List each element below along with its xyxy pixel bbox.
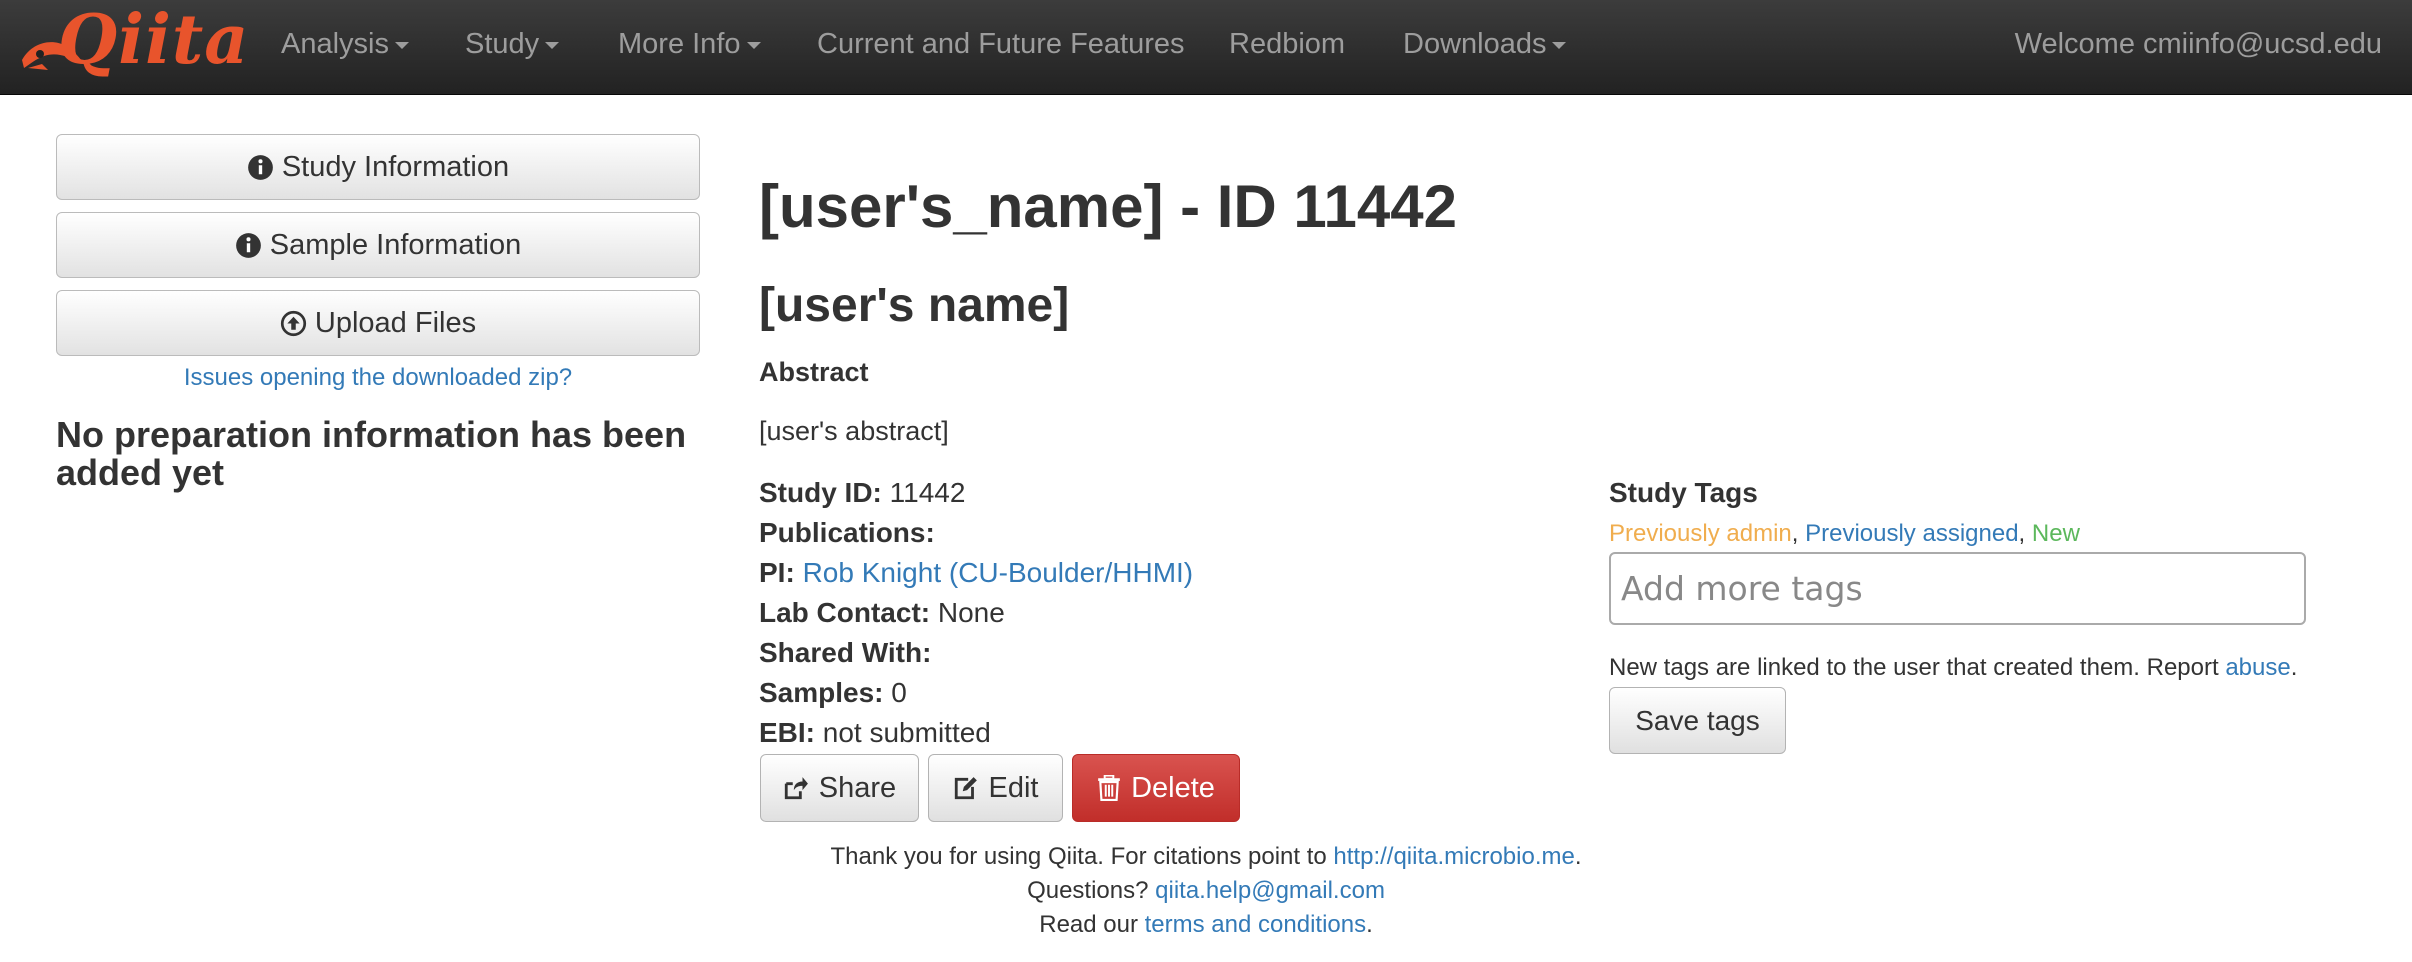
tag-note-text: New tags are linked to the user that cre… xyxy=(1609,654,2226,681)
nav-study-label: Study xyxy=(465,28,540,60)
footer-questions: Questions? qiita.help@gmail.com xyxy=(0,877,2412,905)
shared-with-label: Shared With: xyxy=(759,637,932,668)
logo-text: Qiita xyxy=(58,0,250,80)
samples-value: 0 xyxy=(891,677,907,708)
pi-link[interactable]: Rob Knight (CU-Boulder/HHMI) xyxy=(803,557,1194,588)
report-abuse-link[interactable]: abuse xyxy=(2225,654,2290,681)
nav-more-info-label: More Info xyxy=(618,28,741,60)
qiita-logo[interactable]: Qiita xyxy=(18,0,248,92)
lab-contact-row: Lab Contact: None xyxy=(759,597,1005,629)
delete-label: Delete xyxy=(1131,771,1215,804)
save-tags-button[interactable]: Save tags xyxy=(1609,687,1786,754)
navbar: Qiita Analysis Study More Info Current a… xyxy=(0,0,2412,95)
publications-row: Publications: xyxy=(759,517,935,549)
edit-icon xyxy=(954,777,977,800)
footer-email-link[interactable]: qiita.help@gmail.com xyxy=(1155,877,1385,904)
legend-previously-admin: Previously admin xyxy=(1609,520,1792,547)
footer-terms-link[interactable]: terms and conditions xyxy=(1145,911,1366,938)
study-subtitle: [user's name] xyxy=(759,279,1070,332)
study-id-row: Study ID: 11442 xyxy=(759,477,965,509)
nav-downloads[interactable]: Downloads xyxy=(1403,0,1567,95)
tag-legend: Previously admin, Previously assigned, N… xyxy=(1609,520,2080,547)
share-button[interactable]: Share xyxy=(760,754,919,822)
nav-features-label: Current and Future Features xyxy=(817,28,1185,60)
page-title: [user's_name] - ID 11442 xyxy=(759,173,1457,240)
share-label: Share xyxy=(818,771,897,804)
nav-downloads-label: Downloads xyxy=(1403,28,1547,60)
tag-note: New tags are linked to the user that cre… xyxy=(1609,654,2298,681)
no-prep-message: No preparation information has been adde… xyxy=(56,414,687,493)
info-icon xyxy=(235,232,261,258)
upload-files-button[interactable]: Upload Files xyxy=(56,290,700,356)
pi-label: PI: xyxy=(759,557,795,588)
upload-files-label: Upload Files xyxy=(314,306,477,339)
caret-down-icon xyxy=(1552,41,1567,49)
nav-analysis-label: Analysis xyxy=(281,28,389,60)
footer-url-link[interactable]: http://qiita.microbio.me xyxy=(1333,843,1574,870)
save-tags-label: Save tags xyxy=(1635,704,1760,736)
footer-questions-label: Questions? xyxy=(1027,877,1156,904)
nav-more-info[interactable]: More Info xyxy=(618,0,761,95)
sample-information-label: Sample Information xyxy=(269,228,522,261)
study-id-label: Study ID: xyxy=(759,477,882,508)
share-icon xyxy=(784,777,808,800)
add-tags-input[interactable] xyxy=(1609,552,2306,625)
samples-row: Samples: 0 xyxy=(759,677,907,709)
welcome-user[interactable]: Welcome cmiinfo@ucsd.edu xyxy=(2015,0,2382,88)
footer-thanks: Thank you for using Qiita. For citations… xyxy=(830,843,1334,870)
caret-down-icon xyxy=(746,41,761,49)
publications-label: Publications: xyxy=(759,517,935,548)
footer-citation: Thank you for using Qiita. For citations… xyxy=(830,843,1582,870)
trash-icon xyxy=(1098,775,1120,801)
ebi-label: EBI: xyxy=(759,717,815,748)
delete-button[interactable]: Delete xyxy=(1072,754,1240,822)
ebi-row: EBI: not submitted xyxy=(759,717,991,749)
lab-contact-value: None xyxy=(937,597,1005,628)
shared-with-row: Shared With: xyxy=(759,637,931,669)
nav-study[interactable]: Study xyxy=(465,0,560,95)
sample-information-button[interactable]: Sample Information xyxy=(56,212,700,278)
study-tags-title: Study Tags xyxy=(1609,477,1758,508)
nav-analysis[interactable]: Analysis xyxy=(281,0,409,95)
caret-down-icon xyxy=(395,41,409,49)
samples-label: Samples: xyxy=(759,677,884,708)
zip-help-link[interactable]: Issues opening the downloaded zip? xyxy=(56,364,700,392)
footer-read-label: Read our xyxy=(1039,911,1145,938)
ebi-value: not submitted xyxy=(822,717,991,748)
legend-previously-assigned: Previously assigned xyxy=(1805,520,2019,547)
study-id-value: 11442 xyxy=(889,477,966,508)
caret-down-icon xyxy=(545,41,560,49)
lab-contact-label: Lab Contact: xyxy=(759,597,931,628)
edit-label: Edit xyxy=(988,771,1039,804)
abstract-text: [user's abstract] xyxy=(759,416,949,446)
nav-features[interactable]: Current and Future Features xyxy=(817,0,1185,95)
footer-terms: Read our terms and conditions. xyxy=(1039,911,1373,938)
edit-button[interactable]: Edit xyxy=(928,754,1063,822)
upload-icon xyxy=(280,310,307,336)
study-information-label: Study Information xyxy=(281,150,510,183)
abstract-label: Abstract xyxy=(759,357,869,387)
nav-redbiom-label: Redbiom xyxy=(1229,28,1346,60)
study-information-button[interactable]: Study Information xyxy=(56,134,700,200)
pi-row: PI: Rob Knight (CU-Boulder/HHMI) xyxy=(759,557,1193,589)
info-icon xyxy=(247,154,273,180)
nav-redbiom[interactable]: Redbiom xyxy=(1229,0,1345,95)
legend-new: New xyxy=(2031,520,2080,547)
